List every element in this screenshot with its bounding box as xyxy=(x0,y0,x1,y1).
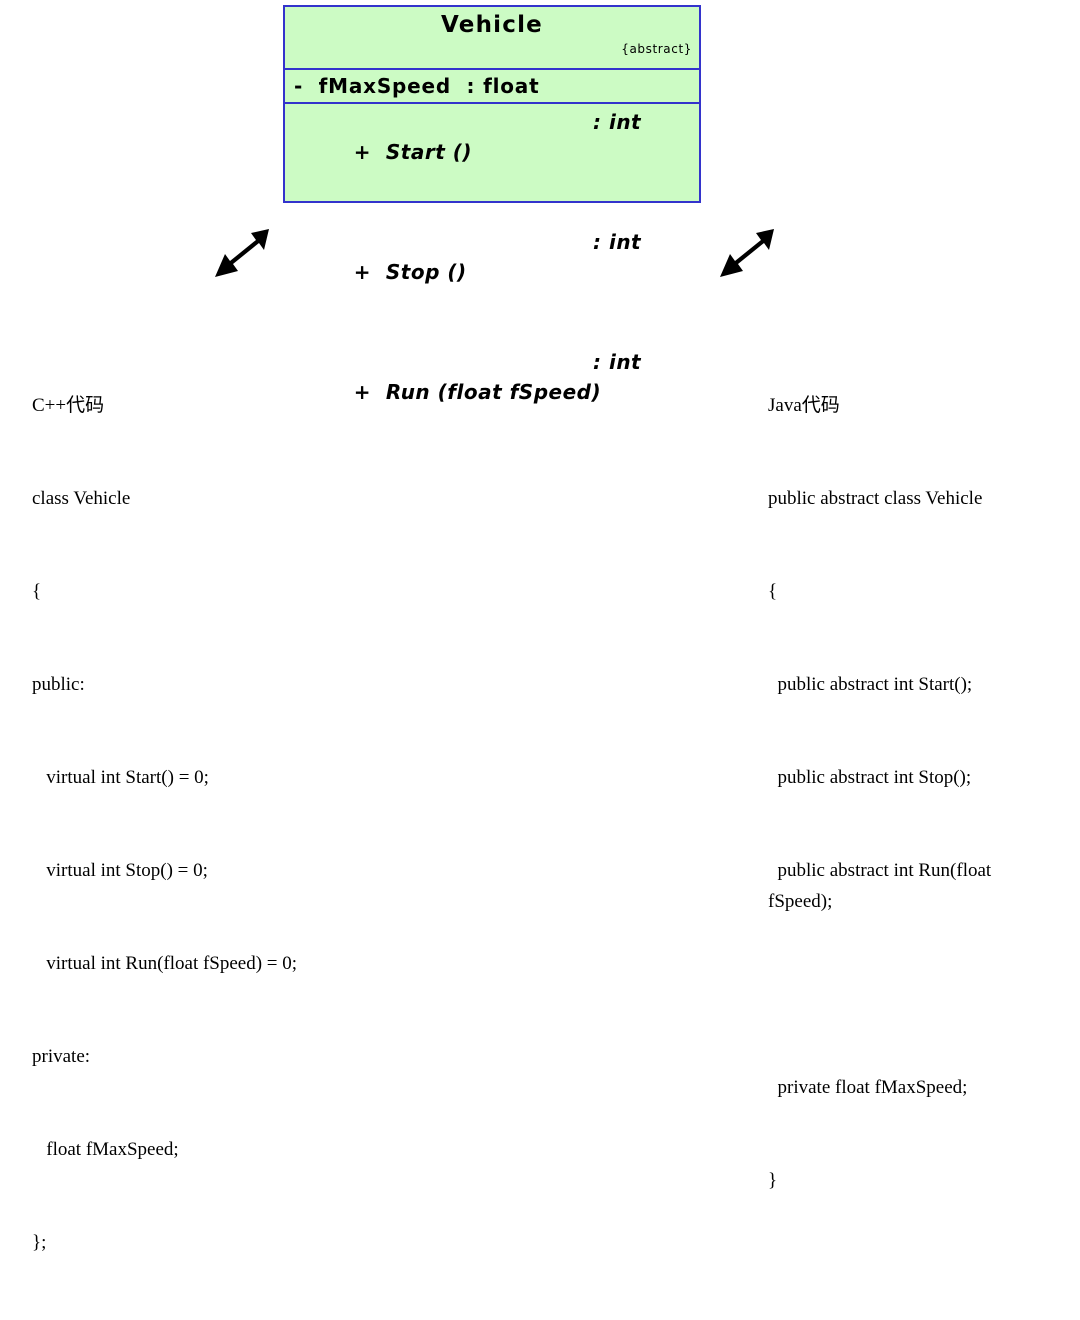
uml-attributes-compartment: - fMaxSpeed : float xyxy=(285,70,699,104)
cpp-code-line: virtual int Start() = 0; xyxy=(32,767,209,788)
uml-operations-compartment: + Start () : int + Stop () : int + Run (… xyxy=(285,104,699,467)
double-arrow-right-icon xyxy=(716,227,780,281)
uml-operation-return-type: : int xyxy=(593,230,642,254)
cpp-code-line: class Vehicle xyxy=(32,488,131,509)
uml-operation-signature: + Start () xyxy=(353,140,473,164)
double-arrow-left-icon xyxy=(211,227,275,281)
uml-operation-signature: + Stop () xyxy=(353,260,467,284)
java-code-line: { xyxy=(768,581,778,602)
uml-class-name: Vehicle xyxy=(441,12,543,38)
uml-class-box: Vehicle {abstract} - fMaxSpeed : float +… xyxy=(283,5,701,404)
uml-class-header: Vehicle {abstract} xyxy=(285,7,699,70)
java-code-line: public abstract int Run(float fSpeed); xyxy=(768,860,996,912)
cpp-code-line: private: xyxy=(32,1046,91,1067)
java-code-blank-line xyxy=(768,979,1060,1010)
uml-operation-return-type: : int xyxy=(593,350,642,374)
cpp-code-line: public: xyxy=(32,674,85,695)
uml-operation-return-type: : int xyxy=(593,110,642,134)
uml-abstract-stereotype: {abstract} xyxy=(621,42,692,56)
uml-attribute-row: - fMaxSpeed : float xyxy=(294,74,540,98)
cpp-code-line: virtual int Run(float fSpeed) = 0; xyxy=(32,953,298,974)
cpp-code-line: }; xyxy=(32,1232,47,1253)
uml-operation-row: + Run (float fSpeed) : int xyxy=(285,347,699,467)
java-code-line: public abstract int Stop(); xyxy=(768,767,972,788)
cpp-code-line: float fMaxSpeed; xyxy=(32,1139,179,1160)
cpp-code-panel: C++代码 class Vehicle { public: virtual in… xyxy=(32,328,322,1320)
java-code-line: public abstract int Start(); xyxy=(768,674,973,695)
java-code-panel: Java代码 public abstract class Vehicle { p… xyxy=(768,328,1060,1258)
uml-operation-row: + Stop () : int xyxy=(285,227,699,347)
uml-operation-signature: + Run (float fSpeed) xyxy=(353,380,602,404)
cpp-code-title: C++代码 xyxy=(32,395,105,416)
uml-operation-row: + Start () : int xyxy=(285,107,699,227)
cpp-code-line: virtual int Stop() = 0; xyxy=(32,860,208,881)
java-code-title: Java代码 xyxy=(768,395,840,416)
java-code-line: private float fMaxSpeed; xyxy=(768,1077,968,1098)
cpp-code-line: { xyxy=(32,581,42,602)
diagram-canvas: Vehicle {abstract} - fMaxSpeed : float +… xyxy=(0,0,1080,1253)
java-code-line: } xyxy=(768,1170,778,1191)
java-code-line: public abstract class Vehicle xyxy=(768,488,983,509)
